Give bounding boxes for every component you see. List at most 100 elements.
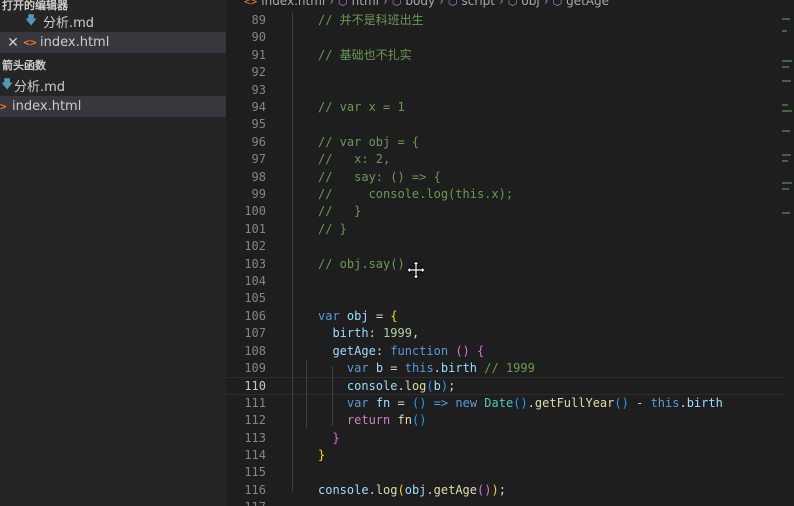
code-line[interactable]: 92 — [226, 64, 786, 81]
code-line[interactable]: 100 // } — [226, 203, 786, 220]
line-number: 103 — [244, 256, 266, 271]
code-text: // var x = 1 — [318, 100, 405, 114]
code-line[interactable]: 94 // var x = 1 — [226, 99, 786, 116]
open-editor-item-analysis-md[interactable]: 🡇 分析.md — [0, 11, 226, 32]
code-text: // console.log(this.x); — [318, 187, 514, 201]
line-number: 89 — [251, 13, 266, 27]
line-number: 100 — [244, 204, 266, 219]
markdown-icon: 🡇 — [0, 77, 14, 91]
code-text: } — [318, 448, 326, 462]
line-number: 94 — [251, 100, 266, 114]
code-line[interactable]: 117 — [226, 499, 786, 506]
method-icon: ⬡ — [552, 0, 563, 8]
chevron-right-icon: › — [543, 0, 549, 8]
line-number: 115 — [244, 465, 266, 480]
line-number: 92 — [251, 65, 266, 80]
move-cursor-icon — [406, 260, 426, 280]
open-editor-item-index-html[interactable]: ✕ <> index.html — [0, 32, 226, 53]
line-number: 105 — [244, 291, 266, 306]
html-icon: <> — [244, 0, 258, 8]
line-number: 113 — [244, 430, 266, 445]
code-line[interactable]: 99 // console.log(this.x); — [226, 186, 786, 203]
line-number: 107 — [244, 326, 266, 341]
html-icon: <> — [23, 36, 37, 49]
code-text: var b = this.birth // 1999 — [346, 361, 535, 375]
code-line[interactable]: 106 var obj = { — [226, 308, 786, 325]
minimap[interactable] — [780, 0, 794, 506]
line-number: 109 — [244, 361, 266, 375]
code-line[interactable]: 115 — [226, 464, 786, 481]
code-line[interactable]: 97 // x: 2, — [226, 151, 786, 168]
breadcrumb-item[interactable]: html — [352, 0, 379, 8]
close-icon[interactable]: ✕ — [6, 35, 20, 51]
code-line[interactable]: 105 — [226, 290, 786, 307]
folder-header-label: 箭头函数 — [2, 58, 46, 72]
code-text: console.log(obj.getAge()); — [318, 482, 506, 497]
code-line[interactable]: 95 — [226, 116, 786, 133]
code-editor[interactable]: <> index.html › ⬡ html › ⬡ body › ⬡ scri… — [226, 0, 794, 506]
code-text: } — [332, 430, 340, 445]
line-number: 102 — [244, 239, 266, 254]
code-line[interactable]: 103 // obj.say() — [226, 256, 786, 273]
line-number: 96 — [251, 134, 266, 149]
file-item-analysis-md[interactable]: 🡇 分析.md — [0, 75, 226, 96]
code-text: // obj.say() — [318, 256, 405, 271]
code-text: console.log(b); — [346, 379, 456, 394]
code-line[interactable]: 102 — [226, 238, 786, 255]
breadcrumb-item[interactable]: obj — [521, 0, 539, 8]
code-line[interactable]: 101 // } — [226, 221, 786, 238]
html-icon: > — [0, 100, 7, 113]
folder-header[interactable]: 箭头函数 — [0, 54, 226, 75]
chevron-right-icon: › — [498, 0, 504, 8]
code-text: birth: 1999, — [332, 326, 420, 341]
code-line[interactable]: 112 return fn() — [226, 412, 786, 429]
explorer-sidebar: 打开的编辑器 🡇 分析.md ✕ <> index.html 箭头函数 🡇 分析… — [0, 0, 226, 506]
code-line[interactable]: 113 } — [226, 430, 786, 447]
code-line[interactable]: 98 // say: () => { — [226, 169, 786, 186]
code-line[interactable]: 116 console.log(obj.getAge()); — [226, 482, 786, 499]
code-line[interactable]: 107 birth: 1999, — [226, 325, 786, 342]
line-number: 90 — [251, 30, 266, 45]
code-line[interactable]: 114} — [226, 447, 786, 464]
symbol-icon: ⬡ — [338, 0, 348, 8]
file-item-label: 分析.md — [14, 80, 66, 95]
code-line[interactable]: 89 // 并不是科班出生 — [226, 12, 786, 29]
breadcrumb-item[interactable]: index.html — [261, 0, 325, 8]
breadcrumb: <> index.html › ⬡ html › ⬡ body › ⬡ scri… — [226, 0, 609, 8]
code-text: var fn = () => new Date().getFullYear() … — [346, 395, 723, 410]
line-number: 112 — [244, 413, 266, 428]
breadcrumb-item[interactable]: script — [462, 0, 495, 8]
line-number: 117 — [226, 499, 266, 506]
code-line[interactable]: 111 var fn = () => new Date().getFullYea… — [226, 395, 786, 412]
indent-guide — [306, 360, 307, 428]
line-number: 99 — [251, 187, 266, 201]
chevron-right-icon: › — [439, 0, 444, 8]
code-line[interactable]: 93 — [226, 82, 786, 99]
code-line[interactable]: 96 // var obj = { — [226, 134, 786, 151]
code-line[interactable]: 109 var b = this.birth // 1999 — [226, 360, 786, 377]
code-line[interactable]: 108 getAge: function () { — [226, 343, 786, 360]
chevron-right-icon: › — [329, 0, 335, 8]
code-line[interactable]: 90 — [226, 29, 786, 46]
code-text: // var obj = { — [318, 134, 420, 149]
chevron-right-icon: › — [383, 0, 388, 8]
symbol-icon: ⬡ — [391, 0, 402, 8]
line-number: 114 — [244, 448, 266, 462]
line-number: 93 — [251, 82, 266, 97]
breadcrumb-item[interactable]: getAge — [566, 0, 609, 8]
code-text: getAge: function () { — [332, 343, 485, 358]
symbol-icon: ⬡ — [447, 0, 458, 8]
breadcrumb-item[interactable]: body — [405, 0, 435, 8]
code-line[interactable]: 110 console.log(b); — [226, 377, 786, 395]
line-number: 104 — [244, 274, 266, 288]
file-item-index-html[interactable]: > index.html — [0, 96, 226, 117]
code-line[interactable]: 91 // 基础也不扎实 — [226, 47, 786, 64]
indent-guide — [332, 366, 333, 426]
symbol-icon: ⬡ — [507, 0, 518, 8]
line-number: 95 — [251, 117, 266, 132]
code-text: return fn() — [346, 413, 427, 428]
line-number: 91 — [251, 47, 266, 62]
code-text: // x: 2, — [318, 152, 391, 167]
code-line[interactable]: 104 — [226, 273, 786, 290]
line-number: 101 — [244, 221, 266, 236]
